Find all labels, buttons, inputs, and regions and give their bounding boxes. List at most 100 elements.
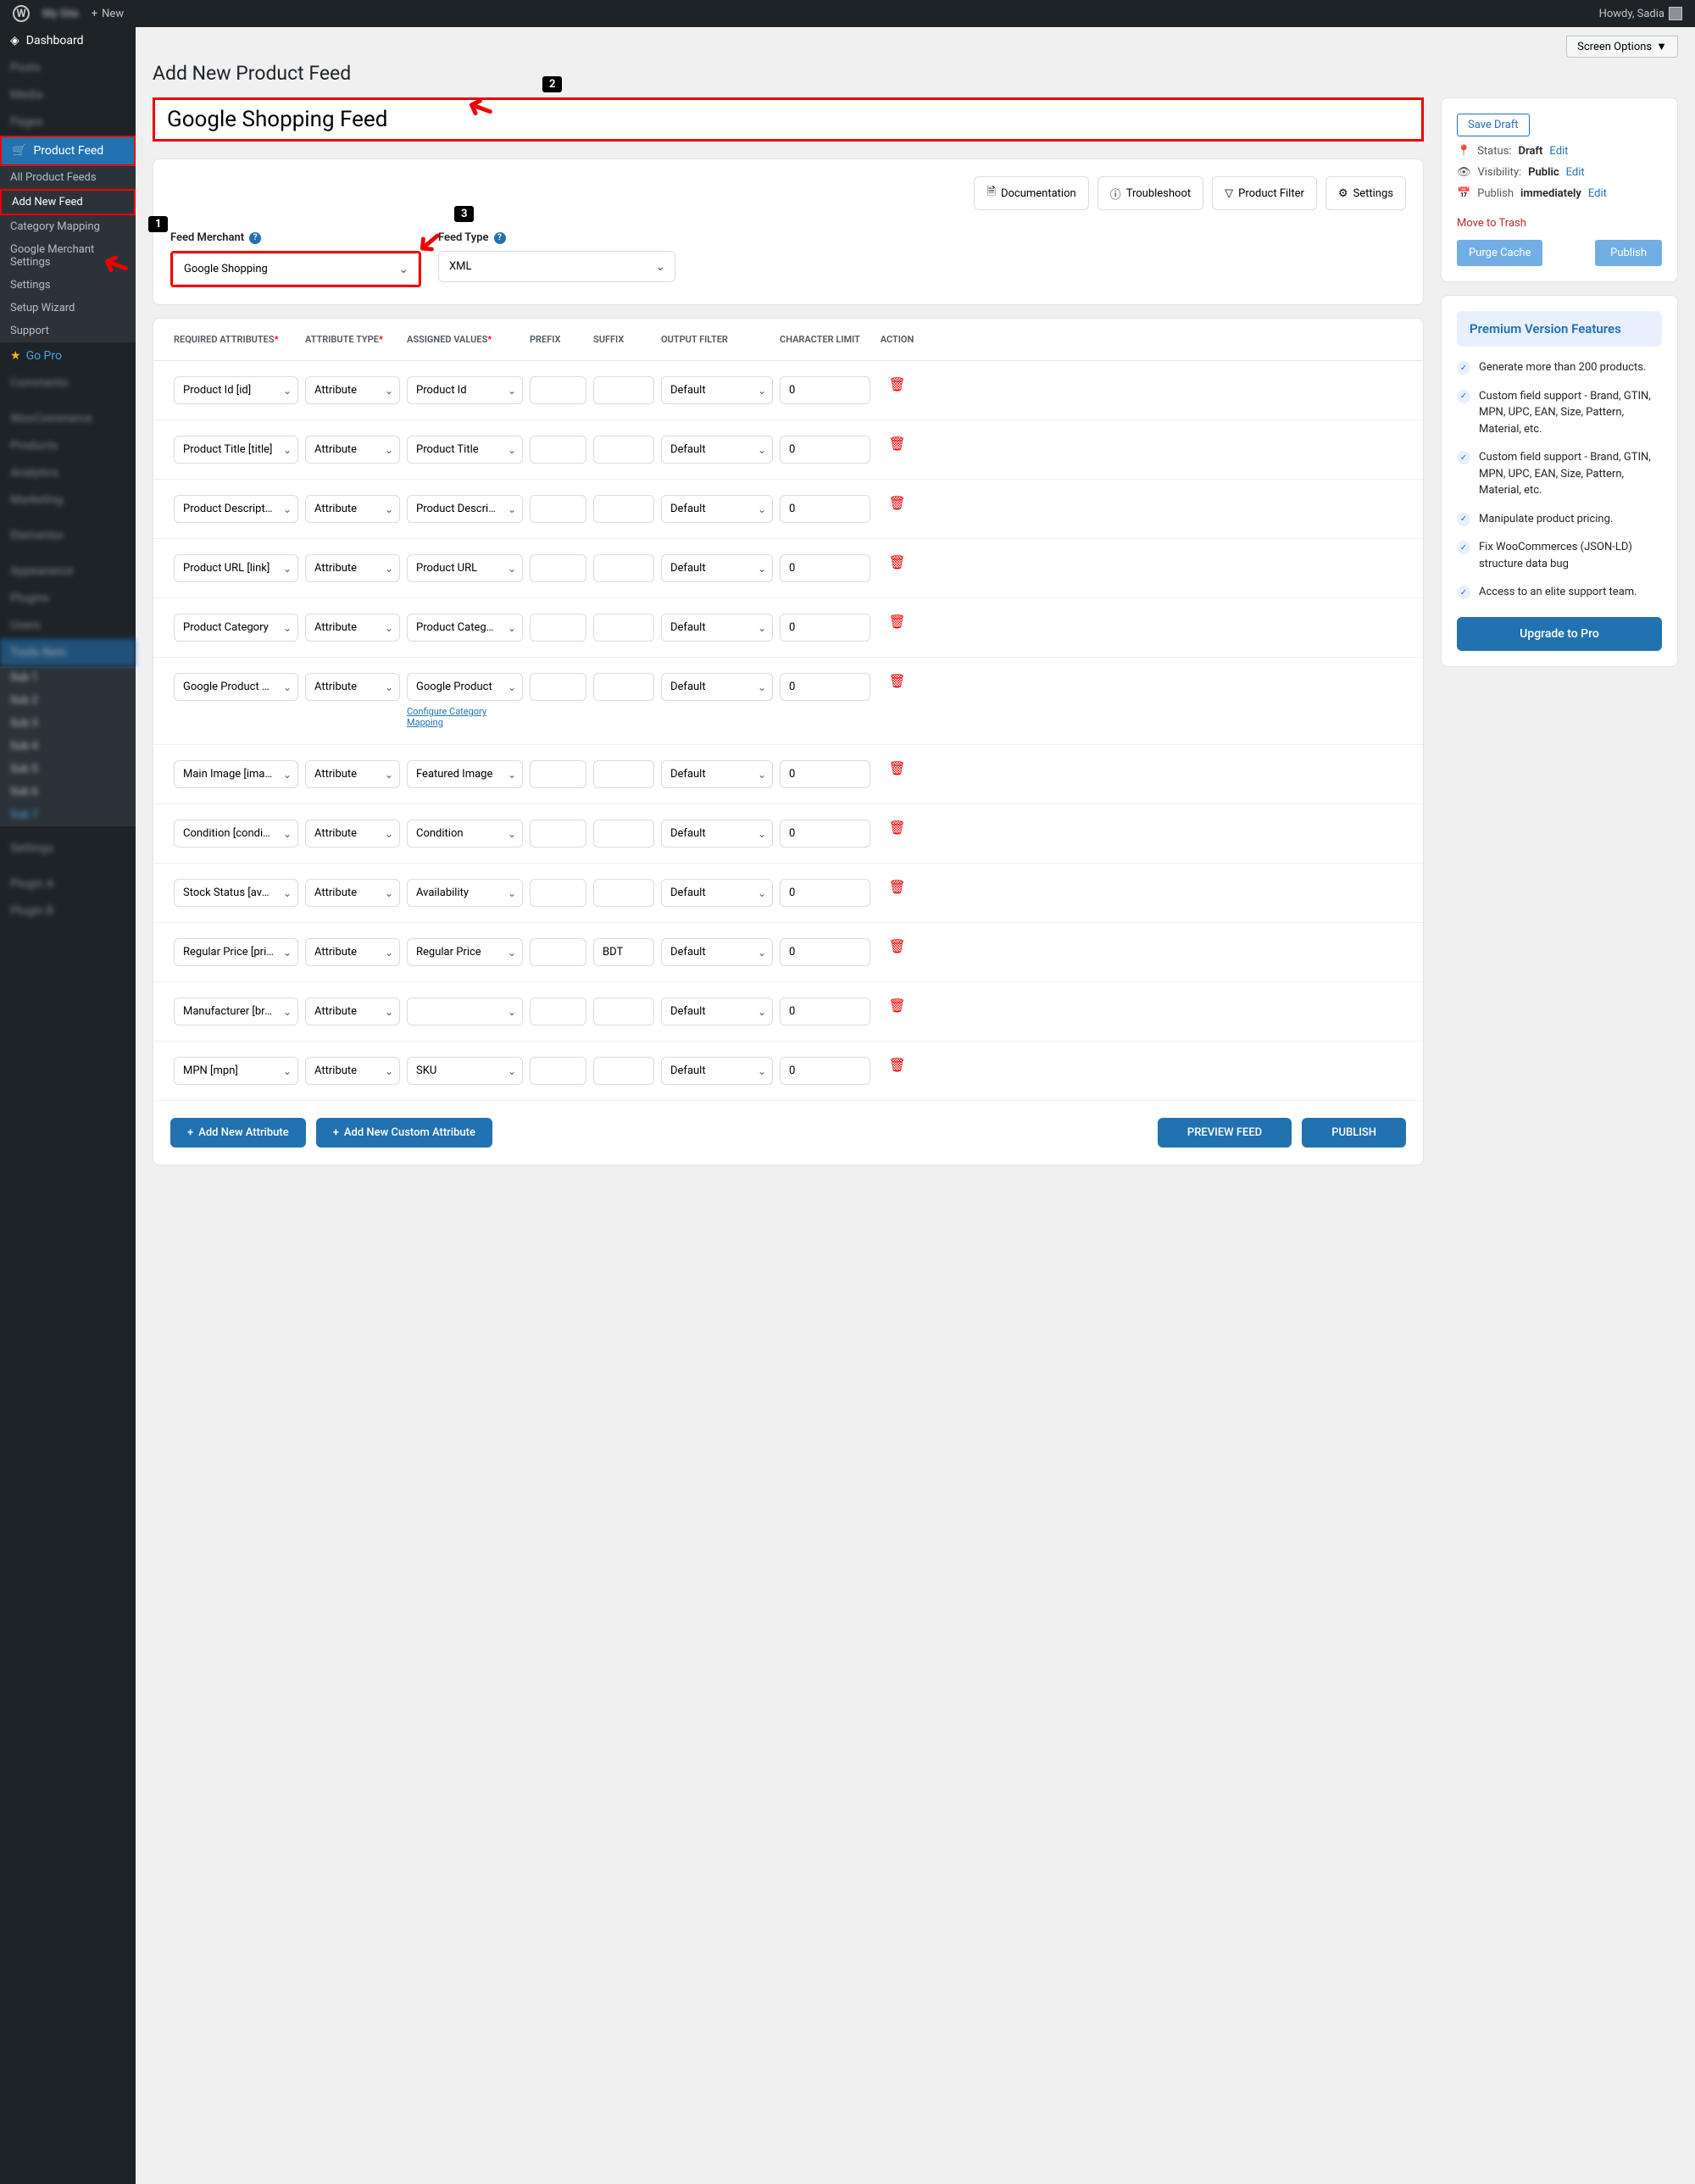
char-limit-input[interactable] bbox=[780, 495, 870, 523]
output-filter-select[interactable]: Default bbox=[661, 495, 773, 523]
assigned-value-select[interactable] bbox=[407, 998, 523, 1025]
attribute-type-select[interactable]: Attribute bbox=[305, 760, 400, 788]
trash-icon[interactable]: 🗑 bbox=[888, 429, 905, 452]
output-filter-select[interactable]: Default bbox=[661, 879, 773, 907]
char-limit-input[interactable] bbox=[780, 436, 870, 464]
required-attribute-select[interactable]: Product Title [title] bbox=[174, 436, 298, 464]
sidebar-item-blurred[interactable]: Plugin A bbox=[0, 870, 136, 897]
trash-icon[interactable]: 🗑 bbox=[888, 872, 905, 895]
prefix-input[interactable] bbox=[530, 436, 586, 464]
suffix-input[interactable] bbox=[593, 998, 654, 1025]
output-filter-select[interactable]: Default bbox=[661, 820, 773, 847]
publish-button[interactable]: Publish bbox=[1595, 240, 1662, 266]
prefix-input[interactable] bbox=[530, 1057, 586, 1085]
attribute-type-select[interactable]: Attribute bbox=[305, 673, 400, 701]
trash-icon[interactable]: 🗑 bbox=[888, 753, 905, 776]
output-filter-select[interactable]: Default bbox=[661, 760, 773, 788]
sidebar-item-blurred[interactable]: Sub 7 bbox=[0, 803, 136, 826]
prefix-input[interactable] bbox=[530, 879, 586, 907]
suffix-input[interactable] bbox=[593, 1057, 654, 1085]
char-limit-input[interactable] bbox=[780, 614, 870, 642]
char-limit-input[interactable] bbox=[780, 1057, 870, 1085]
attribute-type-select[interactable]: Attribute bbox=[305, 554, 400, 582]
sidebar-item-blurred[interactable]: Tools Item bbox=[0, 639, 136, 666]
edit-schedule-link[interactable]: Edit bbox=[1588, 187, 1607, 200]
assigned-value-select[interactable]: Google Product bbox=[407, 673, 523, 701]
sidebar-dashboard[interactable]: ◈Dashboard bbox=[0, 27, 136, 54]
trash-icon[interactable]: 🗑 bbox=[888, 547, 905, 570]
attribute-type-select[interactable]: Attribute bbox=[305, 938, 400, 966]
required-attribute-select[interactable]: MPN [mpn] bbox=[174, 1057, 298, 1085]
sidebar-gopro[interactable]: ★Go Pro bbox=[0, 342, 136, 370]
suffix-input[interactable] bbox=[593, 495, 654, 523]
merchant-select[interactable]: Google Shopping bbox=[173, 253, 419, 285]
help-icon[interactable]: ? bbox=[494, 232, 506, 244]
sidebar-item-blurred[interactable]: Sub 4 bbox=[0, 735, 136, 758]
trash-icon[interactable]: 🗑 bbox=[888, 370, 905, 392]
edit-visibility-link[interactable]: Edit bbox=[1566, 166, 1585, 179]
required-attribute-select[interactable]: Condition [condition] bbox=[174, 820, 298, 847]
purge-cache-button[interactable]: Purge Cache bbox=[1457, 240, 1542, 266]
sidebar-item-blurred[interactable]: Sub 2 bbox=[0, 689, 136, 712]
sidebar-item-blurred[interactable]: Settings bbox=[0, 835, 136, 862]
sidebar-item-blurred[interactable]: Users bbox=[0, 612, 136, 639]
prefix-input[interactable] bbox=[530, 938, 586, 966]
add-attribute-button[interactable]: +Add New Attribute bbox=[170, 1118, 306, 1148]
required-attribute-select[interactable]: Google Product Category bbox=[174, 673, 298, 701]
publish-feed-button[interactable]: PUBLISH bbox=[1302, 1118, 1406, 1148]
trash-icon[interactable]: 🗑 bbox=[888, 931, 905, 954]
prefix-input[interactable] bbox=[530, 820, 586, 847]
save-draft-button[interactable]: Save Draft bbox=[1457, 114, 1530, 136]
sidebar-item-blurred[interactable]: Pages bbox=[0, 108, 136, 136]
feed-title-input[interactable] bbox=[155, 100, 1421, 139]
output-filter-select[interactable]: Default bbox=[661, 938, 773, 966]
output-filter-select[interactable]: Default bbox=[661, 554, 773, 582]
sidebar-item-blurred[interactable]: Media bbox=[0, 81, 136, 108]
attribute-type-select[interactable]: Attribute bbox=[305, 614, 400, 642]
suffix-input[interactable] bbox=[593, 554, 654, 582]
help-icon[interactable]: ? bbox=[249, 232, 261, 244]
submenu-settings[interactable]: Settings bbox=[0, 274, 136, 297]
new-link[interactable]: + New bbox=[92, 8, 124, 20]
suffix-input[interactable] bbox=[593, 673, 654, 701]
char-limit-input[interactable] bbox=[780, 938, 870, 966]
feedtype-select[interactable]: XML bbox=[438, 251, 675, 282]
submenu-all-feeds[interactable]: All Product Feeds bbox=[0, 166, 136, 189]
sidebar-item-blurred[interactable]: Appearance bbox=[0, 558, 136, 585]
sidebar-item-blurred[interactable]: Sub 3 bbox=[0, 712, 136, 735]
prefix-input[interactable] bbox=[530, 614, 586, 642]
output-filter-select[interactable]: Default bbox=[661, 673, 773, 701]
char-limit-input[interactable] bbox=[780, 879, 870, 907]
trash-icon[interactable]: 🗑 bbox=[888, 1050, 905, 1073]
suffix-input[interactable] bbox=[593, 760, 654, 788]
sidebar-item-blurred[interactable]: WooCommerce bbox=[0, 405, 136, 432]
output-filter-select[interactable]: Default bbox=[661, 436, 773, 464]
char-limit-input[interactable] bbox=[780, 673, 870, 701]
submenu-setup-wizard[interactable]: Setup Wizard bbox=[0, 297, 136, 320]
product-filter-button[interactable]: ▽Product Filter bbox=[1212, 176, 1317, 210]
attribute-type-select[interactable]: Attribute bbox=[305, 879, 400, 907]
char-limit-input[interactable] bbox=[780, 820, 870, 847]
troubleshoot-button[interactable]: ⓘTroubleshoot bbox=[1098, 176, 1203, 210]
sidebar-item-blurred[interactable]: Plugin B bbox=[0, 897, 136, 925]
suffix-input[interactable] bbox=[593, 614, 654, 642]
prefix-input[interactable] bbox=[530, 998, 586, 1025]
required-attribute-select[interactable]: Product Category bbox=[174, 614, 298, 642]
submenu-category-mapping[interactable]: Category Mapping bbox=[0, 215, 136, 238]
output-filter-select[interactable]: Default bbox=[661, 614, 773, 642]
assigned-value-select[interactable]: SKU bbox=[407, 1057, 523, 1085]
assigned-value-select[interactable]: Regular Price bbox=[407, 938, 523, 966]
sidebar-item-blurred[interactable]: Analytics bbox=[0, 459, 136, 486]
required-attribute-select[interactable]: Product URL [link] bbox=[174, 554, 298, 582]
submenu-add-new[interactable]: Add New Feed bbox=[0, 189, 136, 215]
trash-icon[interactable]: 🗑 bbox=[888, 488, 905, 511]
documentation-button[interactable]: 🗎Documentation bbox=[974, 176, 1088, 210]
sidebar-item-blurred[interactable]: Marketing bbox=[0, 486, 136, 514]
char-limit-input[interactable] bbox=[780, 760, 870, 788]
trash-icon[interactable]: 🗑 bbox=[888, 666, 905, 689]
prefix-input[interactable] bbox=[530, 554, 586, 582]
suffix-input[interactable] bbox=[593, 820, 654, 847]
sidebar-item-blurred[interactable]: Elementor bbox=[0, 522, 136, 549]
output-filter-select[interactable]: Default bbox=[661, 1057, 773, 1085]
configure-category-link[interactable]: Configure Category Mapping bbox=[407, 706, 523, 728]
